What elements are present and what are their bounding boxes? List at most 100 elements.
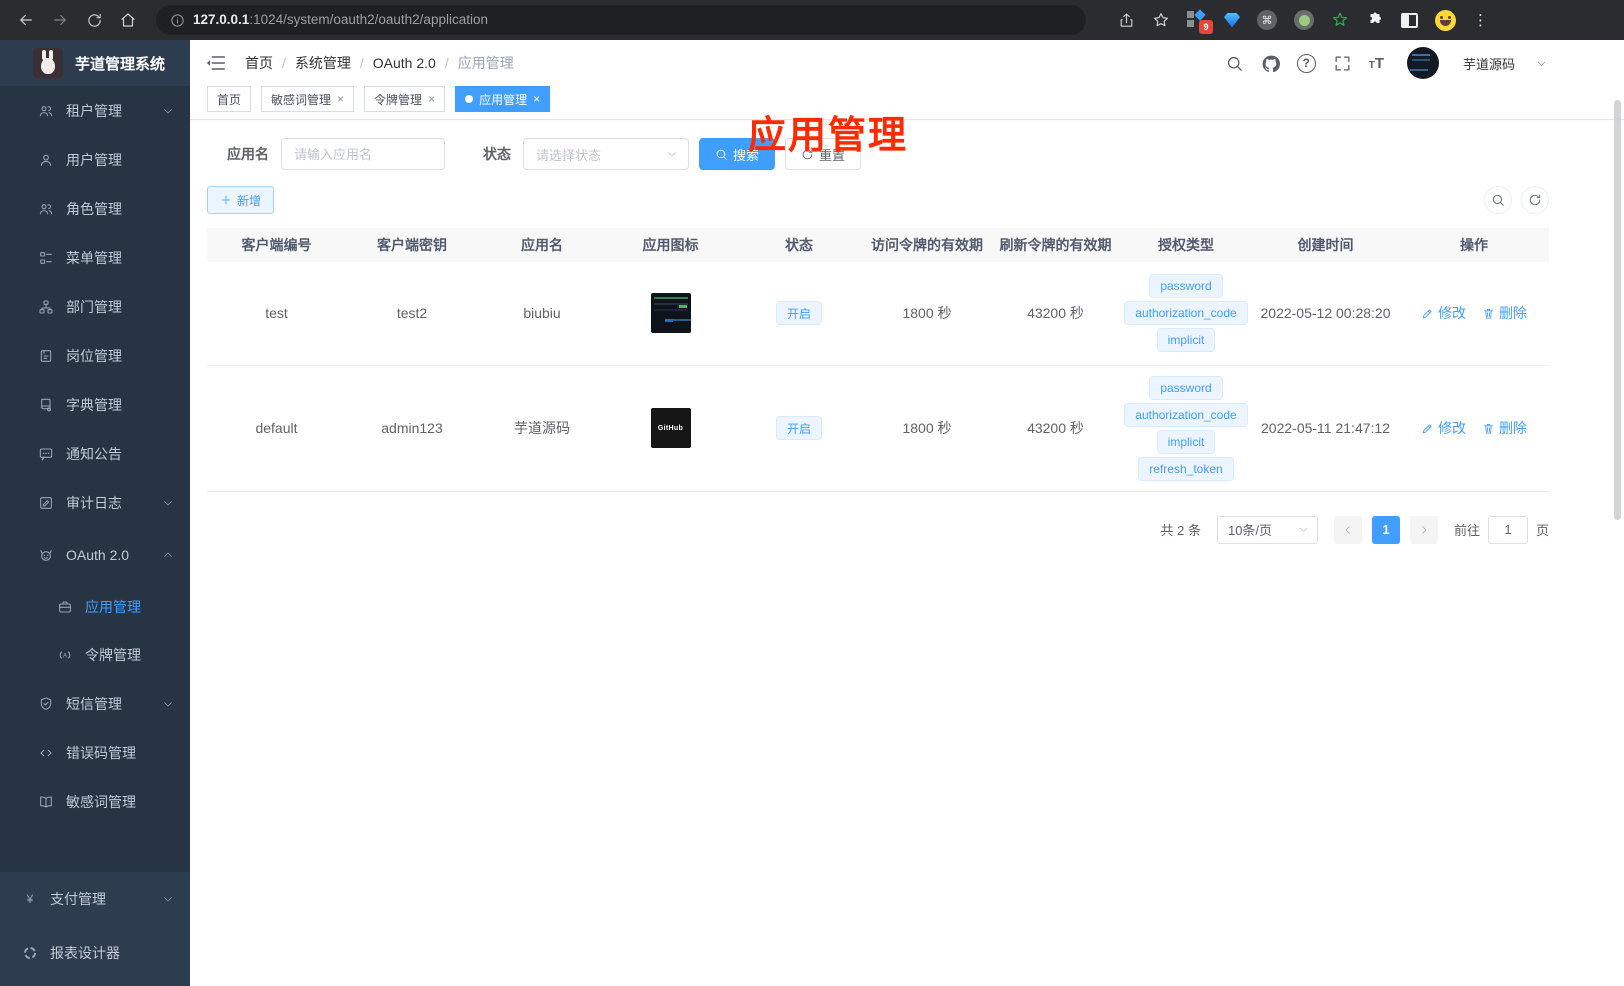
delete-button[interactable]: 删除: [1482, 418, 1527, 438]
grant-tag: implicit: [1156, 328, 1216, 353]
extension-green-star-icon[interactable]: [1331, 11, 1349, 29]
sidebar-item-pay[interactable]: ¥ 支付管理: [0, 872, 190, 926]
sidebar-item-label: 菜单管理: [66, 249, 122, 266]
tab-application-management[interactable]: 应用管理 ×: [455, 86, 551, 112]
extension-gem-icon[interactable]: [1224, 12, 1240, 28]
sidebar-item-role[interactable]: 角色管理: [0, 184, 190, 233]
app-title: 芋道管理系统: [75, 55, 166, 73]
close-icon[interactable]: ×: [533, 92, 540, 106]
edit-button[interactable]: 修改: [1421, 303, 1466, 323]
profile-avatar-icon[interactable]: [1435, 9, 1456, 31]
app-name-label: 应用名: [227, 146, 269, 162]
extensions-puzzle-icon[interactable]: [1366, 11, 1384, 29]
side-panel-icon[interactable]: [1401, 12, 1418, 28]
grant-tag: password: [1149, 375, 1223, 400]
help-icon[interactable]: ?: [1296, 53, 1316, 73]
sidebar-item-tenant[interactable]: 租户管理: [0, 86, 190, 135]
back-button[interactable]: [12, 6, 40, 34]
table-row: default admin123 芋道源码 GitHub 开启 1800 秒 4…: [207, 365, 1549, 492]
address-bar[interactable]: 127.0.0.1:1024/system/oauth2/oauth2/appl…: [156, 5, 1086, 35]
audit-log-icon: [38, 495, 54, 511]
browser-menu-icon[interactable]: ⋮: [1473, 11, 1488, 29]
status-select[interactable]: 请选择状态: [523, 138, 689, 170]
sidebar-item-audit[interactable]: 审计日志: [0, 478, 190, 527]
collapse-sidebar-icon[interactable]: [205, 52, 227, 74]
forward-button[interactable]: [46, 6, 74, 34]
breadcrumb-separator: /: [359, 55, 364, 71]
font-size-icon[interactable]: TT: [1369, 55, 1384, 72]
delete-button[interactable]: 删除: [1482, 303, 1527, 323]
breadcrumb-oauth[interactable]: OAuth 2.0: [373, 55, 436, 71]
col-status: 状态: [735, 228, 863, 262]
app-logo[interactable]: 芋道管理系统: [0, 40, 190, 86]
reload-button[interactable]: [80, 6, 108, 34]
sidebar-item-dept[interactable]: 部门管理: [0, 282, 190, 331]
user-menu-caret-icon[interactable]: [1536, 58, 1547, 69]
dict-book-icon: [38, 397, 54, 413]
search-icon[interactable]: [1225, 54, 1244, 73]
grant-type-tags: password authorization_code implicit: [1120, 274, 1252, 353]
sidebar-item-label: 审计日志: [66, 494, 122, 511]
add-button[interactable]: 新增: [207, 186, 275, 214]
prev-page-button[interactable]: [1333, 515, 1362, 544]
refresh-table-button[interactable]: [1521, 186, 1549, 214]
sidebar-item-menu[interactable]: 菜单管理: [0, 233, 190, 282]
toggle-search-button[interactable]: [1484, 186, 1512, 214]
username: 芋道源码: [1462, 56, 1515, 72]
status-label: 状态: [483, 146, 511, 162]
site-info-icon[interactable]: [170, 13, 185, 28]
extension-record-icon[interactable]: [1294, 10, 1314, 30]
app-name-input[interactable]: [281, 138, 445, 170]
active-dot: [465, 95, 474, 103]
page-size-select[interactable]: 10条/页: [1216, 515, 1318, 544]
sidebar: 芋道管理系统 租户管理 用户管理 角色管理 菜单管理 部门管理 岗位管理 字典管…: [0, 40, 190, 986]
cell-app-name: biubiu: [478, 262, 606, 366]
sidebar-item-dict[interactable]: 字典管理: [0, 380, 190, 429]
sidebar-item-errorcode[interactable]: 错误码管理: [0, 728, 190, 777]
share-icon[interactable]: [1118, 12, 1135, 29]
app-icon-github-thumbnail: GitHub: [650, 408, 691, 448]
breadcrumb-system[interactable]: 系统管理: [295, 53, 351, 73]
sidebar-item-report-designer[interactable]: 报表设计器: [0, 926, 190, 980]
page-scrollbar[interactable]: [1614, 100, 1621, 520]
goto-page-input[interactable]: [1487, 515, 1528, 544]
breadcrumb-home[interactable]: 首页: [245, 53, 273, 73]
sidebar-item-oauth-token[interactable]: A 令牌管理: [0, 631, 190, 679]
cell-access-ttl: 1800 秒: [863, 262, 991, 366]
breadcrumb-current: 应用管理: [457, 55, 514, 71]
close-icon[interactable]: ×: [428, 92, 435, 106]
breadcrumb-separator: /: [282, 55, 286, 71]
extension-grid-icon[interactable]: 9: [1187, 9, 1213, 34]
role-users-icon: [38, 201, 54, 217]
post-badge-icon: [38, 348, 54, 364]
extension-command-icon[interactable]: ⌘: [1257, 10, 1277, 30]
home-button[interactable]: [114, 6, 142, 34]
user-avatar[interactable]: [1406, 47, 1439, 79]
sidebar-item-post[interactable]: 岗位管理: [0, 331, 190, 380]
tab-sensitive-words[interactable]: 敏感词管理 ×: [261, 86, 355, 112]
grant-tag: password: [1149, 274, 1223, 299]
edit-label: 修改: [1438, 420, 1467, 436]
sidebar-item-sensitive[interactable]: 敏感词管理: [0, 777, 190, 826]
sidebar-item-user[interactable]: 用户管理: [0, 135, 190, 184]
edit-button[interactable]: 修改: [1421, 418, 1466, 438]
bookmark-star-icon[interactable]: [1152, 11, 1170, 29]
sidebar-item-notice[interactable]: 通知公告: [0, 429, 190, 478]
tab-token-management[interactable]: 令牌管理 ×: [364, 86, 446, 112]
tenant-users-icon: [38, 103, 54, 119]
sidebar-item-oauth-application[interactable]: 应用管理: [0, 583, 190, 631]
briefcase-icon: [57, 599, 73, 615]
fullscreen-icon[interactable]: [1333, 54, 1352, 73]
sidebar-item-label: 用户管理: [66, 151, 122, 168]
sidebar-item-label: 敏感词管理: [66, 793, 136, 810]
extension-badge: 9: [1199, 20, 1213, 34]
tab-home[interactable]: 首页: [207, 86, 252, 112]
next-page-button[interactable]: [1409, 515, 1438, 544]
close-icon[interactable]: ×: [337, 92, 344, 106]
col-app-name: 应用名: [478, 228, 606, 262]
sidebar-item-sms[interactable]: 短信管理: [0, 679, 190, 728]
code-icon: [38, 745, 54, 761]
sidebar-item-oauth[interactable]: OAuth 2.0: [0, 527, 190, 583]
github-icon[interactable]: [1261, 54, 1280, 73]
page-number-button[interactable]: 1: [1371, 515, 1400, 544]
